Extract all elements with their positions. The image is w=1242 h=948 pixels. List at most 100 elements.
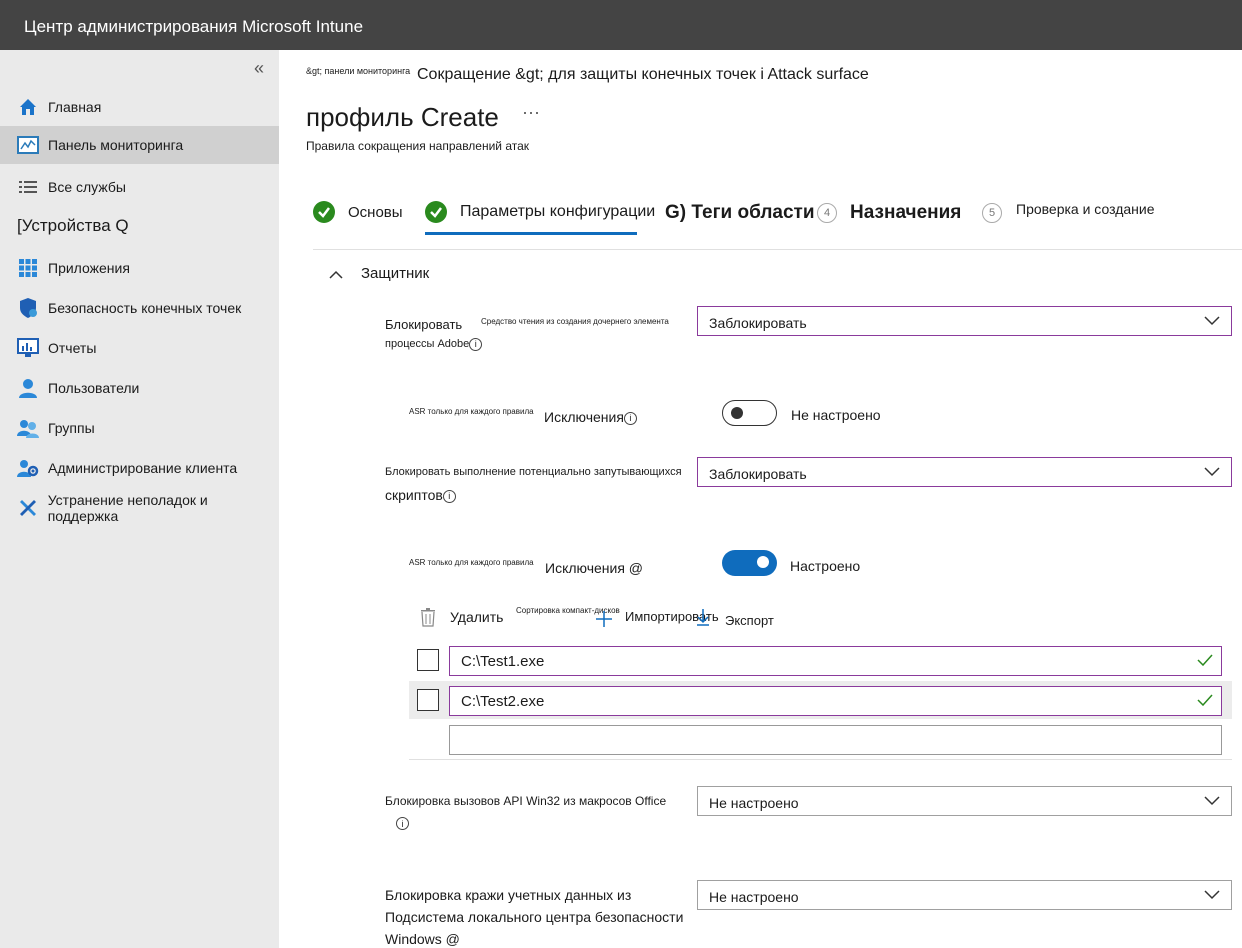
delete-label[interactable]: Удалить xyxy=(450,609,503,625)
sidebar-item-troubleshooting[interactable]: Устранение неполадок и поддержка xyxy=(0,489,279,527)
sidebar-item-apps[interactable]: Приложения xyxy=(0,249,279,287)
user-icon xyxy=(17,377,39,399)
page-subtitle: Правила сокращения направлений атак xyxy=(306,139,530,153)
setting-scripts-label: Блокировать выполнение потенциально запу… xyxy=(385,466,682,478)
sidebar-item-label: Пользователи xyxy=(48,380,140,396)
sidebar-item-all-services[interactable]: Все службы xyxy=(0,168,279,206)
obfuscated-scripts-select[interactable]: Заблокировать xyxy=(697,457,1232,487)
setting-adobe-label-text: процессы Adobe xyxy=(385,338,470,350)
setting-scripts-label-text: скриптов xyxy=(385,487,443,503)
breadcrumb-dashboard[interactable]: &gt; панели мониторинга xyxy=(306,66,410,76)
apps-grid-icon xyxy=(17,257,39,279)
dashboard-icon xyxy=(17,134,39,156)
row-checkbox[interactable] xyxy=(417,689,439,711)
setting-adobe-label-2: процессы Adobe i xyxy=(385,336,483,352)
chevron-down-icon xyxy=(1204,467,1220,477)
tab-label: Параметры конфигурации xyxy=(460,203,656,220)
info-icon[interactable]: i xyxy=(469,337,483,351)
check-circle-icon xyxy=(425,201,447,223)
sidebar-item-label: Все службы xyxy=(48,179,126,195)
toggle-knob xyxy=(757,556,769,568)
exclusion-path-input[interactable]: C:\Test1.exe xyxy=(449,646,1222,676)
input-value: C:\Test2.exe xyxy=(461,693,545,710)
app-title-bar: Центр администрирования Microsoft Intune xyxy=(0,0,1242,50)
sidebar-item-home[interactable]: Главная xyxy=(0,88,279,126)
main-content: &gt; панели мониторинга Сокращение &gt; … xyxy=(279,50,1242,948)
plus-icon[interactable] xyxy=(595,610,613,633)
select-value: Не настроено xyxy=(709,795,799,811)
sidebar-section-devices[interactable]: [Устройства Q xyxy=(17,216,129,236)
valid-check-icon xyxy=(1197,654,1213,666)
exclusion-path-input[interactable]: C:\Test2.exe xyxy=(449,686,1222,716)
tab-label: Назначения xyxy=(850,202,962,223)
sidebar-item-label: Администрирование клиента xyxy=(48,460,238,476)
asr-per-rule-note: ASR только для каждого правила xyxy=(409,558,534,567)
exclusions-toggle-off[interactable] xyxy=(722,400,777,426)
chevron-up-icon xyxy=(329,270,343,279)
reports-monitor-icon xyxy=(17,337,39,359)
home-icon xyxy=(17,96,39,118)
select-value: Не настроено xyxy=(709,889,799,905)
tab-basics[interactable]: Основы xyxy=(313,201,403,223)
setting-scripts-label-2: скриптов i xyxy=(385,487,456,503)
lsass-credential-select[interactable]: Не настроено xyxy=(697,880,1232,910)
sidebar-item-users[interactable]: Пользователи xyxy=(0,369,279,407)
tab-review-create[interactable]: Проверка и создание xyxy=(1016,201,1155,217)
delete-button[interactable] xyxy=(419,607,437,632)
sidebar-item-tenant-admin[interactable]: Администрирование клиента xyxy=(0,449,279,487)
list-icon xyxy=(17,176,39,198)
info-icon[interactable]: i xyxy=(442,489,456,503)
asr-per-rule-note: ASR только для каждого правила xyxy=(409,407,534,416)
sidebar-item-label: Устранение неполадок и поддержка xyxy=(47,492,208,524)
breadcrumb-endpoint-security[interactable]: Сокращение &gt; для защиты конечных точе… xyxy=(417,66,869,84)
sidebar-item-reports[interactable]: Отчеты xyxy=(0,329,279,367)
new-exclusion-input[interactable] xyxy=(449,725,1222,755)
list-divider xyxy=(409,759,1232,760)
row-checkbox[interactable] xyxy=(417,649,439,671)
download-icon[interactable] xyxy=(695,607,711,632)
section-defender-header[interactable]: Защитник xyxy=(328,265,429,282)
tabs-divider xyxy=(313,249,1242,250)
collapse-sidebar-icon[interactable]: « xyxy=(254,58,264,79)
export-button[interactable]: Экспорт xyxy=(725,613,774,629)
tab-configuration-settings[interactable]: Параметры конфигурации xyxy=(425,201,655,223)
sidebar-item-label: Главная xyxy=(48,99,102,115)
tab-label: Проверка и создание xyxy=(1016,201,1155,217)
sidebar-item-label: Безопасность конечных точек xyxy=(48,300,242,316)
tenant-admin-icon xyxy=(17,457,39,479)
toggle-state-label: Не настроено xyxy=(791,407,881,423)
select-value: Заблокировать xyxy=(709,315,807,331)
exclusions-label-text: Исключения xyxy=(544,409,624,425)
tab-label: G) Теги области xyxy=(665,202,815,223)
tab-scope-tags[interactable]: G) Теги области xyxy=(665,202,815,224)
tab-assignments[interactable]: Назначения xyxy=(850,202,961,224)
adobe-child-process-select[interactable]: Заблокировать xyxy=(697,306,1232,336)
sidebar-item-groups[interactable]: Группы xyxy=(0,409,279,447)
exclusions-label: Исключения @ xyxy=(545,560,644,576)
setting-lsass-label-3: Windows @ xyxy=(385,931,460,947)
chevron-down-icon xyxy=(1204,316,1220,326)
input-value: C:\Test1.exe xyxy=(461,653,545,670)
valid-check-icon xyxy=(1197,694,1213,706)
select-value: Заблокировать xyxy=(709,466,807,482)
sidebar-item-dashboard[interactable]: Панель мониторинга xyxy=(0,126,279,164)
setting-adobe-label: Блокировать xyxy=(385,317,463,332)
sidebar-item-label: Панель мониторинга xyxy=(48,137,184,153)
info-icon[interactable]: i xyxy=(623,411,637,425)
sidebar-item-label: Отчеты xyxy=(48,340,97,356)
exclusions-toggle-on[interactable] xyxy=(722,550,777,576)
app-title: Центр администрирования Microsoft Intune xyxy=(24,17,364,36)
shield-icon xyxy=(17,297,39,319)
step-number-4: 4 xyxy=(817,203,837,223)
page-title: профиль Create xyxy=(306,102,499,132)
tab-label: Основы xyxy=(348,203,403,221)
toggle-knob xyxy=(731,407,743,419)
sidebar-item-label: Группы xyxy=(48,420,95,436)
section-title: Защитник xyxy=(361,265,430,282)
more-options-button[interactable]: ··· xyxy=(522,102,540,123)
sidebar-item-endpoint-security[interactable]: Безопасность конечных точек xyxy=(0,289,279,327)
info-icon-glyph: i xyxy=(396,817,409,831)
info-icon[interactable]: i xyxy=(396,815,409,833)
setting-win32-label: Блокировка вызовов API Win32 из макросов… xyxy=(385,794,667,808)
win32-api-select[interactable]: Не настроено xyxy=(697,786,1232,816)
